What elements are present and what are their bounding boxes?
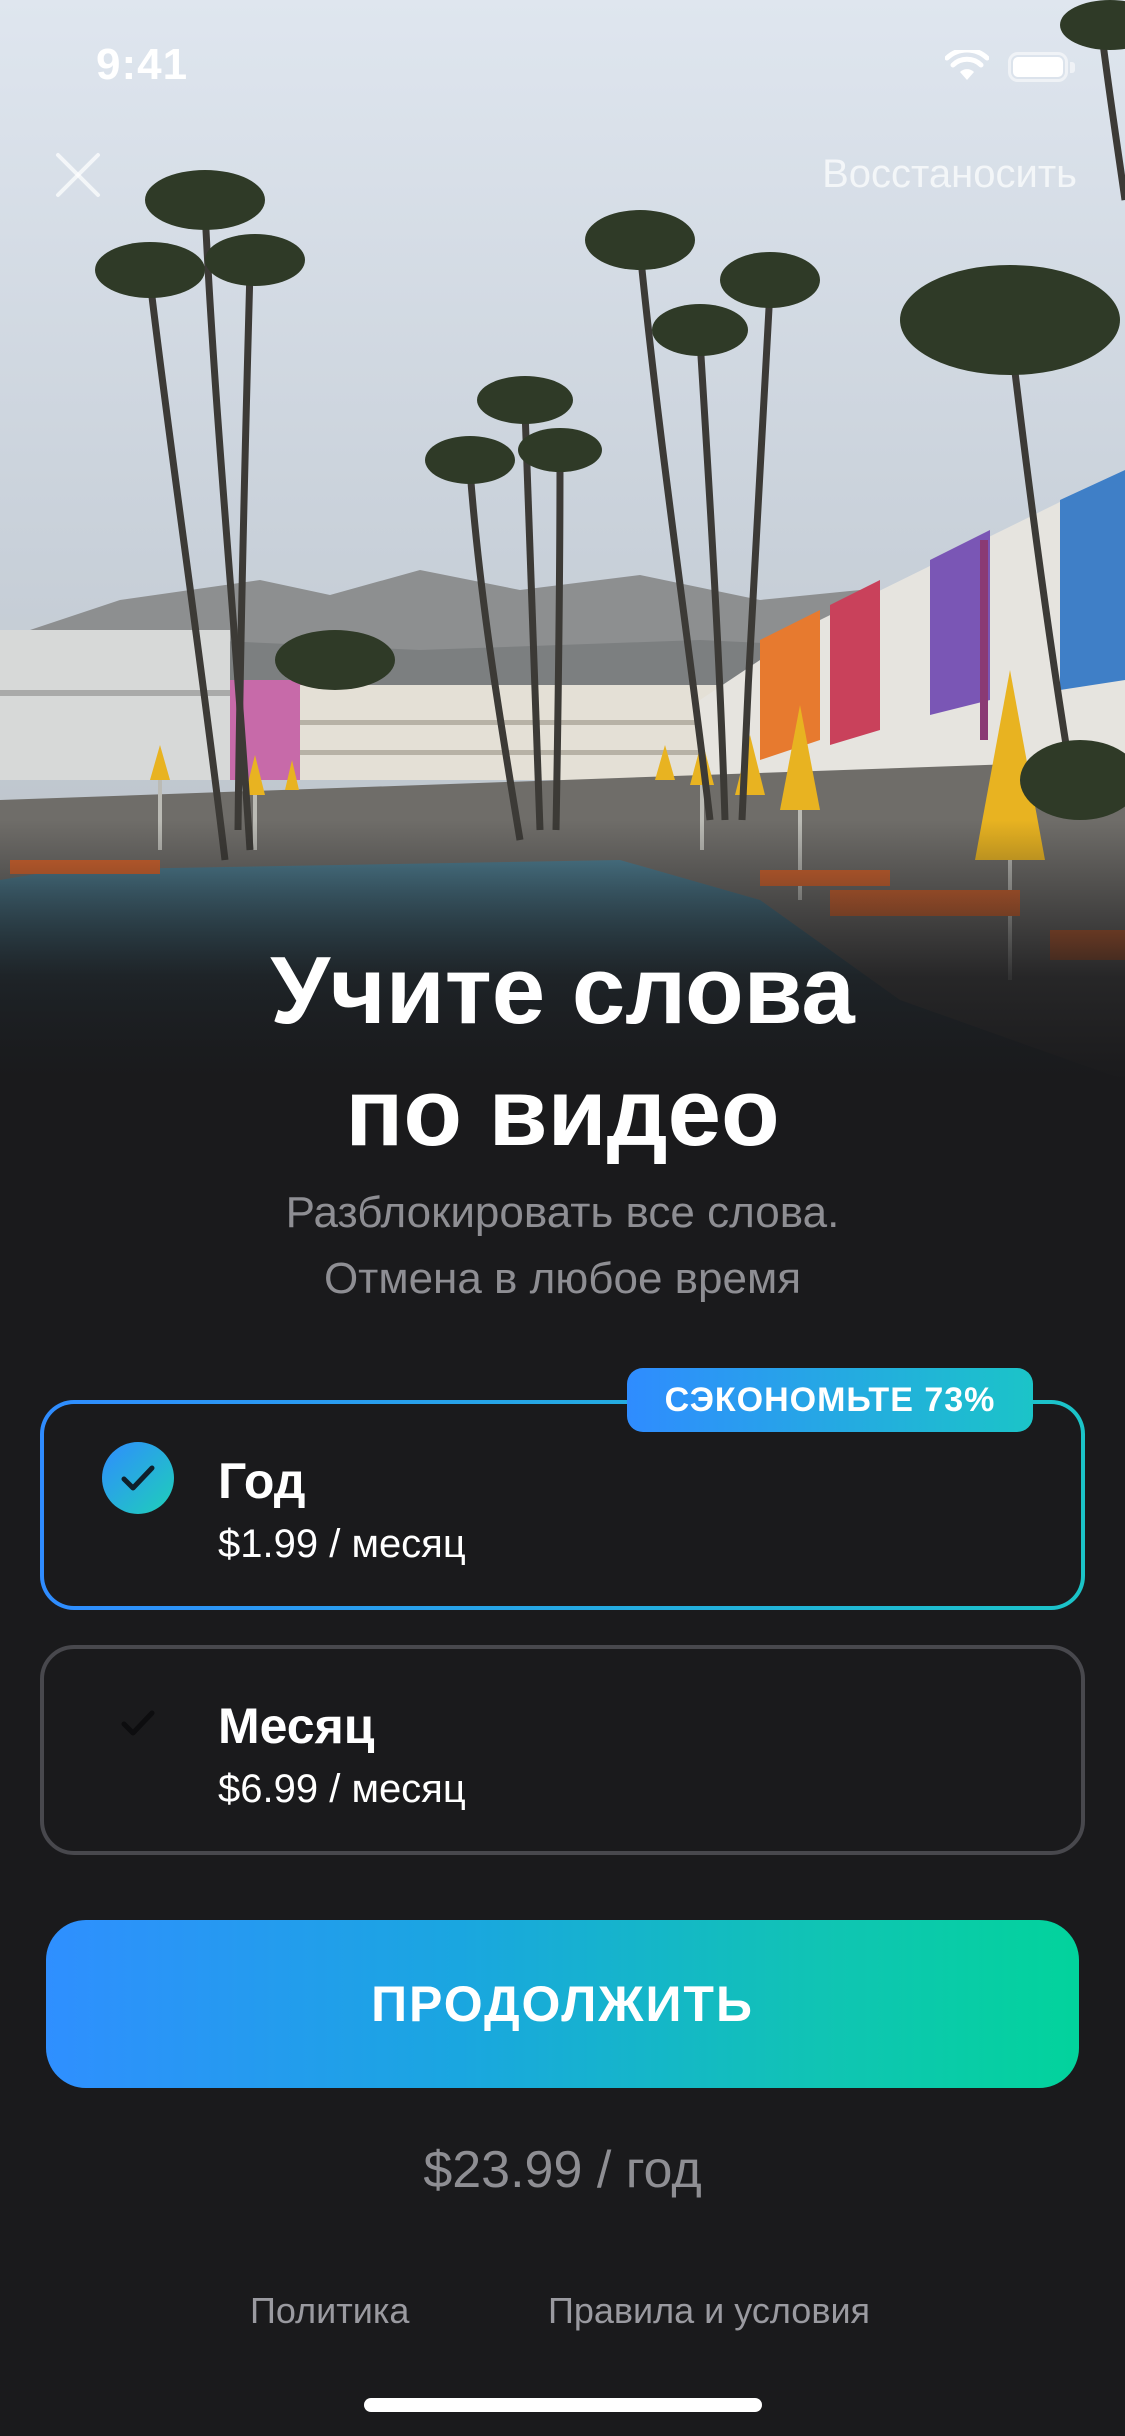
battery-icon	[1008, 52, 1076, 84]
plan-price: $1.99 / месяц	[218, 1522, 466, 1566]
restore-purchases-button[interactable]: Восстаносить	[822, 152, 1077, 197]
subtitle: Разблокировать все слова. Отмена в любое…	[0, 1180, 1125, 1312]
home-indicator[interactable]	[364, 2398, 762, 2412]
terms-link[interactable]: Правила и условия	[548, 2290, 870, 2332]
subtitle-line-1: Разблокировать все слова.	[285, 1188, 840, 1237]
title-line-1: Учите слова	[270, 937, 855, 1044]
status-time: 9:41	[96, 40, 189, 89]
total-price: $23.99 / год	[423, 2141, 702, 2199]
plan-name: Месяц	[218, 1698, 375, 1754]
plan-option-month[interactable]: Месяц $6.99 / месяц	[40, 1645, 1085, 1855]
unselected-check	[102, 1687, 174, 1759]
savings-badge: СЭКОНОМЬТЕ 73%	[627, 1368, 1033, 1432]
selected-check	[102, 1442, 174, 1514]
page-title: Учите слова по видео	[0, 930, 1125, 1174]
close-icon	[56, 153, 100, 197]
wifi-icon	[945, 50, 989, 80]
close-button[interactable]	[48, 145, 108, 205]
subtitle-line-2: Отмена в любое время	[323, 1254, 802, 1303]
continue-button[interactable]: ПРОДОЛЖИТЬ	[46, 1920, 1079, 2088]
checkmark-icon	[121, 1465, 155, 1491]
plan-price: $6.99 / месяц	[218, 1767, 466, 1811]
title-line-2: по видео	[345, 1059, 780, 1166]
checkmark-icon	[121, 1710, 155, 1736]
policy-link[interactable]: Политика	[250, 2290, 409, 2332]
plan-name: Год	[218, 1453, 306, 1509]
